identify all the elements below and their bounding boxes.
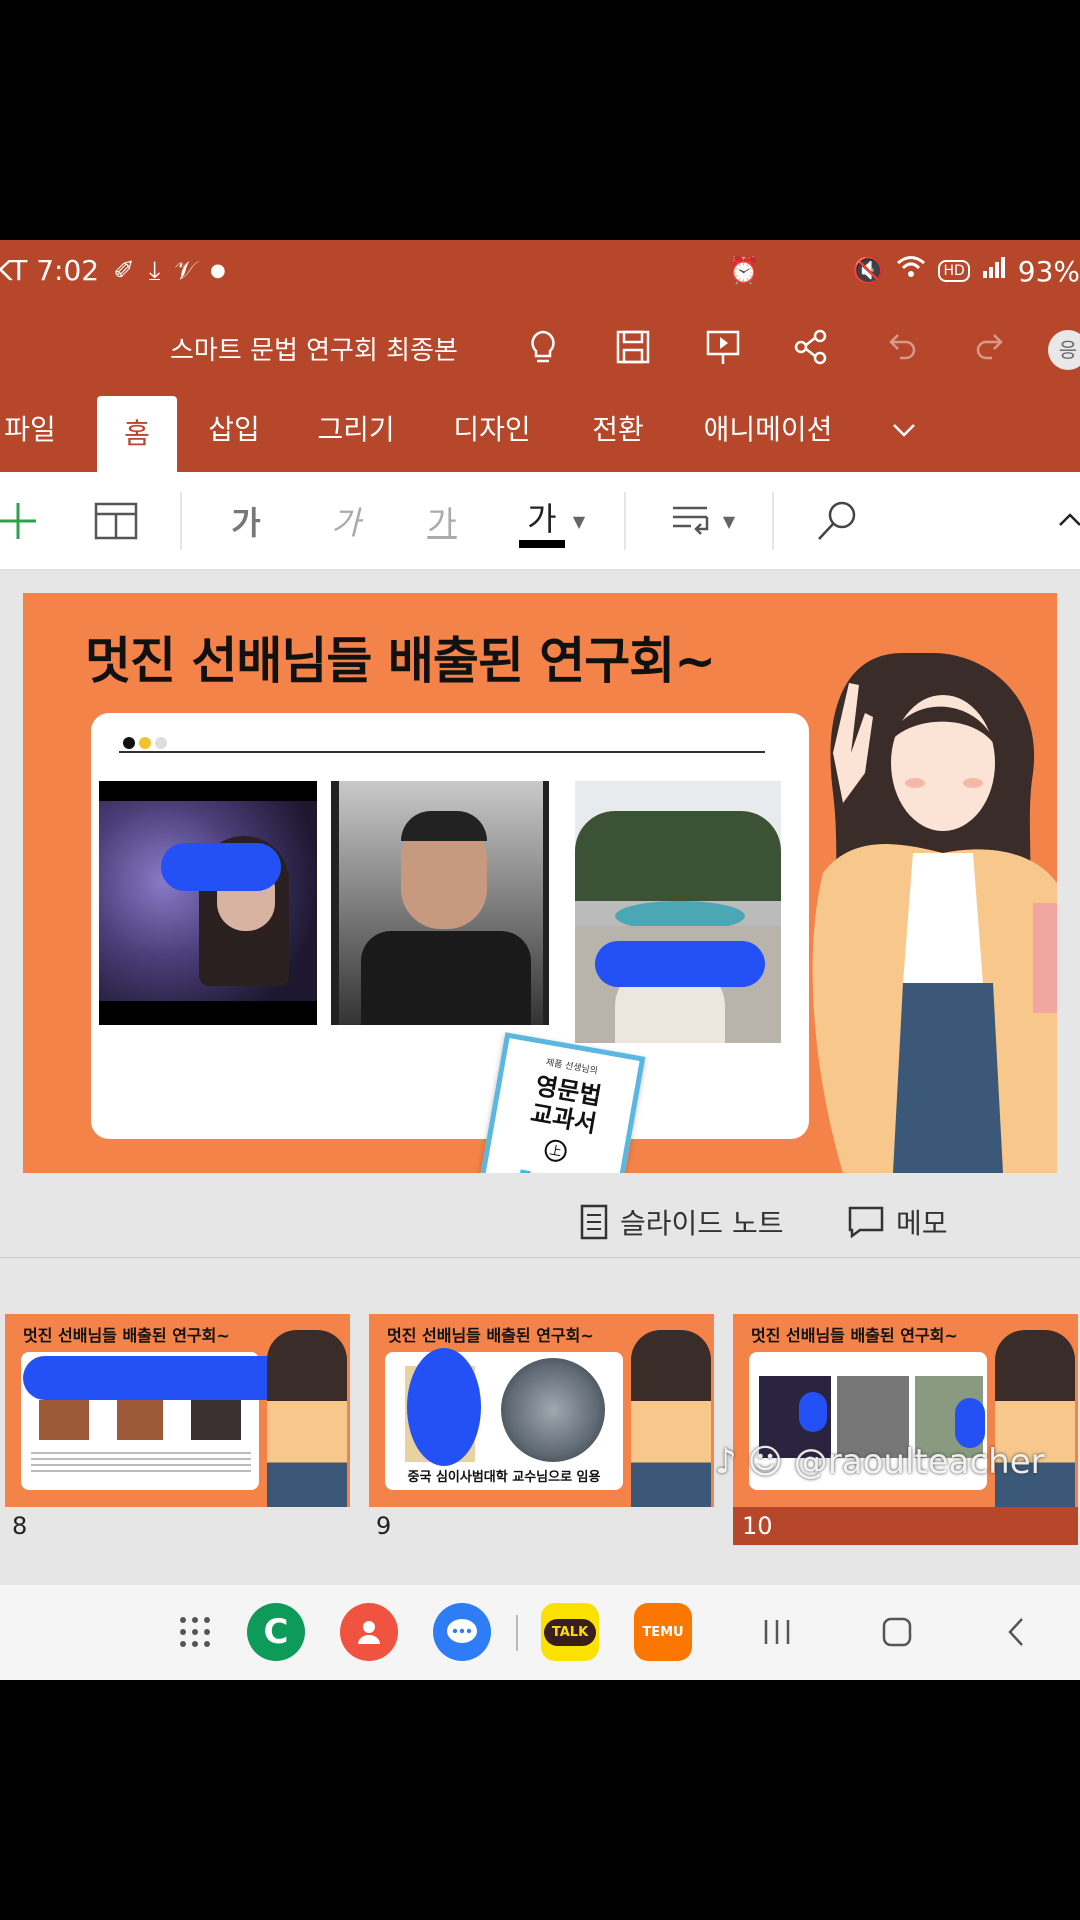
girl-illustration [631, 1330, 711, 1507]
privacy-blur [407, 1348, 481, 1466]
wifi-icon [896, 254, 926, 288]
privacy-blur [955, 1398, 985, 1448]
window-dot [155, 737, 167, 749]
document-title[interactable]: 스마트 문법 연구회 최종본 [170, 330, 458, 367]
bold-button[interactable]: 가 [222, 492, 270, 550]
dropdown-arrow-icon: ▼ [722, 511, 736, 531]
save-icon[interactable] [610, 324, 656, 370]
privacy-blur [161, 843, 281, 891]
memo-button[interactable]: 메모 [848, 1202, 948, 1242]
tab-draw[interactable]: 그리기 [310, 388, 402, 472]
privacy-blur [595, 941, 765, 987]
toolbar-divider [180, 492, 182, 550]
download-icon: ⤓ [148, 255, 161, 286]
book-cover-image[interactable]: 제품 선생님의 영문법 교과서 上 English grammar [468, 1032, 646, 1173]
italic-button[interactable]: 가 [322, 492, 370, 550]
text-direction-icon [672, 506, 709, 535]
letterbox-top [0, 0, 1080, 240]
dropdown-arrow-icon: ▼ [572, 511, 586, 531]
status-bar: KT 7:02 ✐ ⤓ 𝒱 ● ⏰ 🔇 HD 93% [0, 240, 1080, 308]
toolbar-divider [624, 492, 626, 550]
tiktok-icon: ♪ [715, 1442, 737, 1482]
v-app-icon: 𝒱 [174, 255, 197, 286]
photo-card: 제품 선생님의 영문법 교과서 上 English grammar [91, 713, 809, 1173]
ribbon-tabs: 파일 홈 삽입 그리기 디자인 전환 애니메이션 [0, 388, 1080, 472]
kakaotalk-app-icon[interactable]: TALK [541, 1603, 599, 1661]
avatar[interactable]: 응 [1048, 330, 1080, 370]
photo-3[interactable] [575, 781, 781, 1043]
girl-illustration [267, 1330, 347, 1507]
photo-2[interactable] [331, 781, 549, 1025]
watermark: ♪ ☺ @raoulteacher [715, 1442, 1045, 1482]
user-icon: ☺ [747, 1442, 783, 1482]
slide-number: 8 [12, 1512, 28, 1540]
current-slide[interactable]: 멋진 선배님들 배출된 연구회~ 제품 선생님의 영문법 교과서 上 [23, 593, 1057, 1173]
mute-icon: 🔇 [852, 256, 885, 286]
slide-thumbnail-9[interactable]: 멋진 선배님들 배출된 연구회~ 중국 심이사범대학 교수님으로 임용 [369, 1314, 714, 1507]
toolbar-divider [772, 492, 774, 550]
status-time: KT 7:02 [0, 254, 100, 287]
temu-app-icon[interactable]: TEMU [634, 1603, 692, 1661]
signal-icon [982, 255, 1006, 287]
apps-grid-icon[interactable] [170, 1607, 220, 1657]
format-toolbar: 가 가 가 가 ▼ ▼ [0, 472, 1080, 570]
battery-level: 93% [1017, 254, 1080, 288]
slide-notes-button[interactable]: 슬라이드 노트 [580, 1202, 783, 1242]
tab-file[interactable]: 파일 [0, 388, 60, 472]
window-dot [123, 737, 135, 749]
tab-design[interactable]: 디자인 [446, 388, 538, 472]
privacy-blur [799, 1392, 827, 1432]
navigation-bar: C TALK TEMU [0, 1585, 1080, 1680]
lightbulb-icon[interactable] [520, 324, 566, 370]
tab-animations[interactable]: 애니메이션 [696, 388, 840, 472]
collapse-ribbon-icon[interactable] [1056, 492, 1080, 550]
letterbox-bottom [0, 1680, 1080, 1920]
font-color-swatch [518, 540, 565, 548]
share-icon[interactable] [788, 324, 834, 370]
comment-icon [848, 1206, 884, 1238]
back-icon[interactable] [992, 1607, 1042, 1657]
dot-icon: ● [210, 259, 226, 281]
tab-transitions[interactable]: 전환 [584, 388, 652, 472]
home-icon[interactable] [872, 1607, 922, 1657]
layout-icon[interactable] [92, 492, 140, 550]
notes-bar: 슬라이드 노트 메모 [0, 1190, 1080, 1258]
contacts-app-icon[interactable] [340, 1603, 398, 1661]
slide-title[interactable]: 멋진 선배님들 배출된 연구회~ [85, 621, 716, 693]
phone-app-icon[interactable]: C [247, 1603, 305, 1661]
underline-button[interactable]: 가 [418, 492, 466, 550]
font-color-button[interactable]: 가 ▼ [512, 492, 592, 550]
redo-icon[interactable] [968, 324, 1014, 370]
slide-number: 10 [742, 1512, 773, 1540]
undo-icon[interactable] [878, 324, 924, 370]
panel-divider [0, 1257, 1080, 1258]
notes-icon [580, 1204, 608, 1240]
title-bar: 스마트 문법 연구회 최종본 응 [0, 308, 1080, 388]
privacy-blur [23, 1356, 301, 1400]
hd-icon: HD [938, 260, 970, 282]
thumbnail-caption: 중국 심이사범대학 교수님으로 임용 [407, 1470, 601, 1485]
key-icon: ✐ [113, 255, 135, 286]
slide-thumbnail-8[interactable]: 멋진 선배님들 배출된 연구회~ [5, 1314, 350, 1507]
text-direction-button[interactable]: ▼ [666, 492, 740, 550]
present-icon[interactable] [700, 324, 746, 370]
slide-number: 9 [376, 1512, 392, 1540]
window-dot [139, 737, 151, 749]
photo-1[interactable] [99, 781, 317, 1025]
add-slide-icon[interactable] [0, 492, 40, 550]
tab-insert[interactable]: 삽입 [200, 388, 268, 472]
messages-app-icon[interactable] [433, 1603, 491, 1661]
tab-home[interactable]: 홈 [97, 396, 177, 472]
search-icon[interactable] [812, 492, 862, 550]
active-slide-indicator [733, 1507, 1078, 1545]
card-divider [119, 751, 765, 753]
dock-divider [516, 1615, 518, 1651]
alarm-icon: ⏰ [727, 256, 761, 286]
recent-apps-icon[interactable] [752, 1607, 802, 1657]
girl-illustration[interactable] [803, 653, 1057, 1173]
chevron-down-icon[interactable] [888, 414, 920, 446]
